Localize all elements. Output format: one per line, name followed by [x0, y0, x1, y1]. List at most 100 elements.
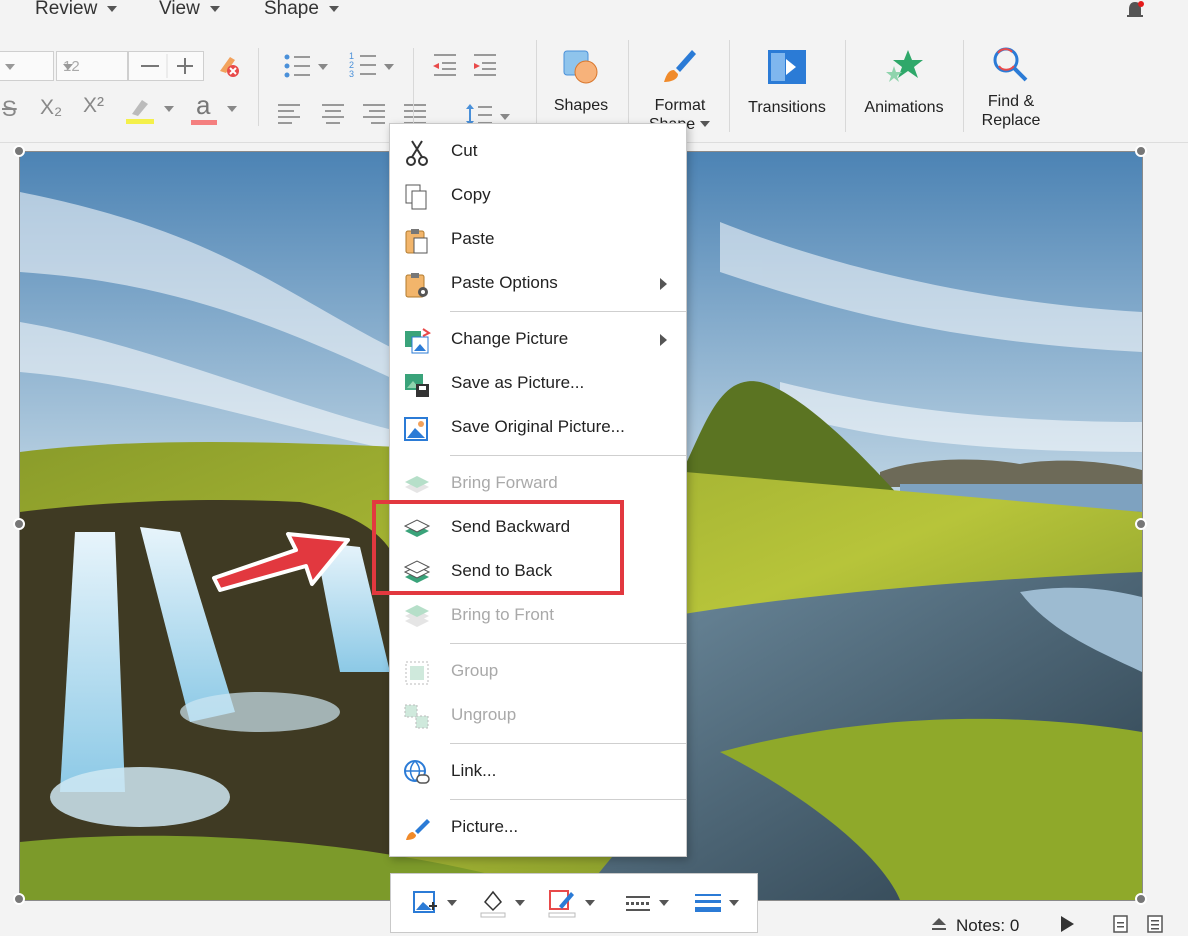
change-picture-icon — [405, 328, 431, 354]
transitions-icon — [768, 50, 806, 84]
line-style-button[interactable] — [623, 888, 673, 918]
menu-item-label: Picture... — [451, 817, 519, 836]
transitions-button[interactable]: Transitions — [740, 46, 834, 136]
chevron-down-icon — [107, 6, 118, 12]
font-color-icon[interactable]: a — [196, 90, 210, 121]
bring-to-front-icon — [405, 605, 429, 627]
find-replace-label-2: Replace — [981, 112, 1041, 129]
paragraph-align-icons[interactable] — [278, 102, 428, 124]
menu-item-save-original-picture[interactable]: Save Original Picture... — [390, 406, 686, 450]
resize-handle[interactable] — [13, 145, 25, 157]
menu-item-label: Change Picture — [451, 329, 569, 348]
menu-item-label: Save as Picture... — [451, 373, 585, 392]
numbered-list-icon[interactable]: 1 2 3 — [348, 50, 398, 80]
minus-plus-icon — [141, 54, 193, 78]
ribbon-separator — [413, 48, 414, 126]
highlight-color-icon[interactable] — [126, 94, 182, 126]
notes-view-icon[interactable] — [1146, 914, 1164, 934]
find-replace-button[interactable]: Find & Replace — [972, 44, 1050, 136]
transitions-label: Transitions — [748, 99, 826, 116]
ribbon-separator — [845, 40, 846, 132]
normal-view-icon[interactable] — [1112, 914, 1130, 934]
menu-item-label: Paste — [451, 229, 495, 248]
resize-handle[interactable] — [1135, 145, 1147, 157]
resize-handle[interactable] — [13, 893, 25, 905]
change-picture-icon — [413, 891, 457, 913]
change-picture-button[interactable] — [411, 888, 461, 918]
menu-item-change-picture[interactable]: Change Picture — [390, 318, 686, 362]
line-weight-button[interactable] — [693, 888, 743, 918]
menu-view[interactable]: View — [159, 0, 220, 20]
menu-item-label: Cut — [451, 141, 478, 160]
ribbon-separator — [963, 40, 964, 132]
menu-item-label: Ungroup — [451, 705, 517, 724]
svg-text:3: 3 — [349, 69, 354, 79]
subscript-icon[interactable]: X₂ — [40, 96, 62, 120]
format-brush-icon — [664, 50, 696, 82]
menu-shape[interactable]: Shape — [264, 0, 339, 20]
notes-toggle-icon[interactable] — [930, 915, 948, 933]
menu-item-label: Paste Options — [451, 273, 558, 292]
menu-item-bring-to-front[interactable]: Bring to Front — [390, 594, 686, 638]
link-icon — [404, 760, 430, 784]
menu-item-save-as-picture[interactable]: Save as Picture... — [390, 362, 686, 406]
chevron-down-icon — [63, 64, 73, 70]
font-size-field[interactable]: 12 — [56, 51, 128, 81]
animations-button[interactable]: Animations — [856, 46, 952, 136]
menu-item-group[interactable]: Group — [390, 650, 686, 694]
menu-divider — [450, 799, 686, 800]
chevron-down-icon[interactable] — [227, 106, 237, 112]
menu-shape-label: Shape — [264, 0, 319, 19]
menu-divider — [450, 743, 686, 744]
bullet-list-icon[interactable] — [282, 52, 332, 80]
menu-item-label: Group — [451, 661, 499, 680]
menu-item-ungroup[interactable]: Ungroup — [390, 694, 686, 738]
strikethrough-icon[interactable]: S — [2, 96, 17, 122]
font-size-stepper[interactable] — [128, 51, 204, 81]
shapes-label: Shapes — [553, 97, 609, 114]
font-color-bar — [191, 120, 217, 125]
resize-handle[interactable] — [1135, 893, 1147, 905]
menu-item-cut[interactable]: Cut — [390, 130, 686, 174]
play-slideshow-icon[interactable] — [1058, 914, 1076, 934]
menu-item-label: Copy — [451, 185, 491, 204]
notes-count[interactable]: Notes: 0 — [956, 916, 1019, 936]
outline-color-button[interactable] — [547, 888, 597, 918]
font-name-field[interactable] — [0, 51, 54, 81]
menu-divider — [450, 643, 686, 644]
menu-review-label: Review — [35, 0, 98, 19]
submenu-arrow-icon — [660, 278, 667, 290]
ribbon-separator — [628, 40, 629, 132]
ribbon-separator — [536, 40, 537, 132]
menu-item-paste[interactable]: Paste — [390, 218, 686, 262]
menu-item-paste-options[interactable]: Paste Options — [390, 262, 686, 306]
ungroup-icon — [404, 704, 429, 729]
menu-review[interactable]: Review — [35, 0, 118, 20]
paste-options-icon — [405, 273, 428, 298]
highlight-box — [372, 500, 624, 595]
chevron-down-icon — [328, 6, 339, 12]
clear-format-icon[interactable] — [214, 51, 242, 79]
menu-divider — [450, 455, 686, 456]
outline-pen-icon — [548, 890, 595, 918]
find-replace-icon — [993, 47, 1028, 82]
menu-bar: Review View Shape — [0, 0, 1188, 30]
notification-bell-icon[interactable] — [1126, 0, 1144, 20]
paste-icon — [405, 229, 428, 254]
scissors-icon — [406, 140, 428, 166]
format-brush-icon — [406, 819, 430, 840]
chevron-down-icon — [700, 121, 710, 127]
find-replace-label-1: Find & — [987, 93, 1035, 110]
context-menu: Cut Copy Paste Paste Options Change Pict… — [389, 123, 687, 857]
menu-item-picture[interactable]: Picture... — [390, 806, 686, 850]
shapes-icon — [563, 50, 598, 84]
fill-color-button[interactable] — [479, 888, 529, 918]
menu-item-copy[interactable]: Copy — [390, 174, 686, 218]
resize-handle[interactable] — [1135, 518, 1147, 530]
superscript-icon[interactable]: X² — [83, 94, 104, 118]
menu-item-link[interactable]: Link... — [390, 750, 686, 794]
ribbon-separator — [729, 40, 730, 132]
resize-handle[interactable] — [13, 518, 25, 530]
indent-icons[interactable] — [430, 52, 500, 78]
chevron-down-icon — [5, 64, 15, 70]
